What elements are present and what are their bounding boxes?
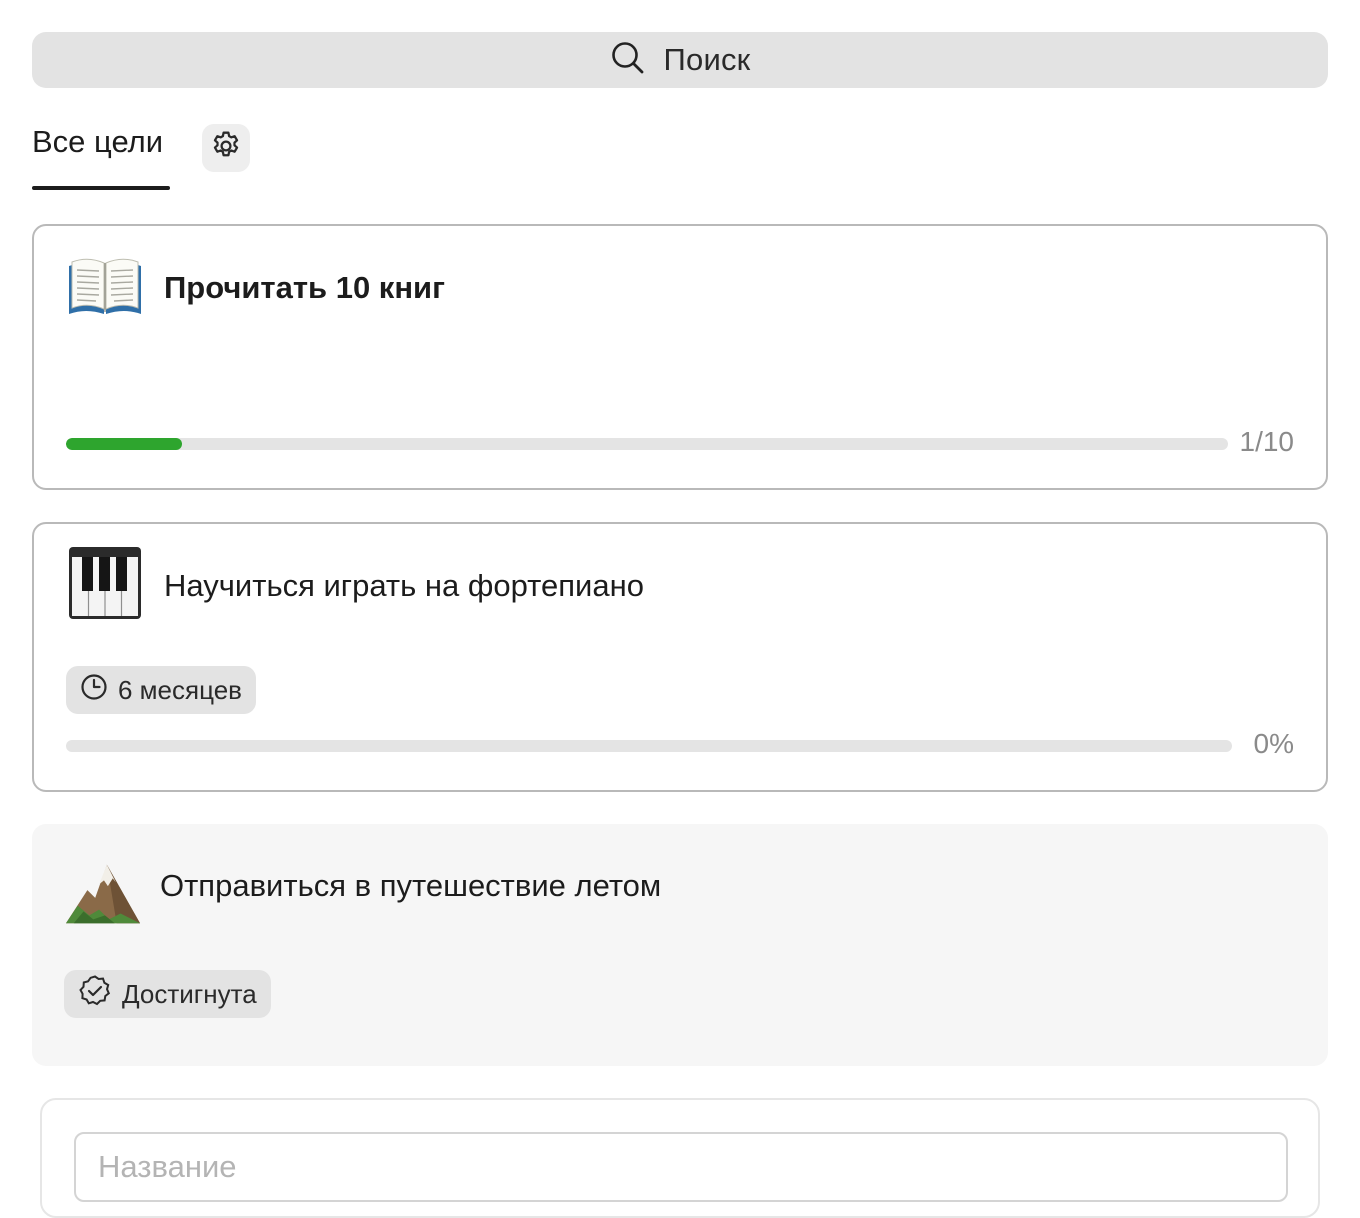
search-label: Поиск xyxy=(663,42,751,77)
achieved-status-chip: Достигнута xyxy=(64,970,271,1018)
goal-title: Прочитать 10 книг xyxy=(164,270,446,305)
search-bar[interactable]: Поиск xyxy=(32,32,1328,88)
goal-tabs: Все цели xyxy=(32,120,1328,192)
mountain-icon xyxy=(64,854,142,932)
book-icon xyxy=(66,248,144,326)
piano-keys-icon xyxy=(66,544,144,622)
gear-icon xyxy=(209,129,243,168)
goal-title: Отправиться в путешествие летом xyxy=(160,868,662,903)
new-goal-form xyxy=(40,1098,1320,1218)
goal-name-input[interactable] xyxy=(74,1132,1288,1202)
deadline-chip: 6 месяцев xyxy=(66,666,256,714)
tab-all-goals[interactable]: Все цели xyxy=(32,124,163,160)
goal-progress-fill xyxy=(66,438,183,450)
goal-card[interactable]: Научиться играть на фортепиано 6 месяцев… xyxy=(32,522,1328,792)
status-chip-label: Достигнута xyxy=(122,978,257,1009)
check-badge-icon xyxy=(78,974,112,1015)
clock-icon xyxy=(80,673,108,708)
tab-active-indicator xyxy=(32,186,170,190)
goal-title: Научиться играть на фортепиано xyxy=(164,568,644,603)
goal-card-achieved[interactable]: Отправиться в путешествие летом Достигну… xyxy=(32,824,1328,1066)
goal-progress-text: 0% xyxy=(1253,728,1294,759)
goal-progress-bar xyxy=(66,740,1232,752)
settings-button[interactable] xyxy=(202,124,250,172)
goal-progress-bar xyxy=(66,438,1228,450)
goal-progress-text: 1/10 xyxy=(1239,426,1295,457)
deadline-chip-label: 6 месяцев xyxy=(118,674,242,705)
search-icon xyxy=(610,40,646,81)
goal-card[interactable]: Прочитать 10 книг 1/10 xyxy=(32,224,1328,490)
